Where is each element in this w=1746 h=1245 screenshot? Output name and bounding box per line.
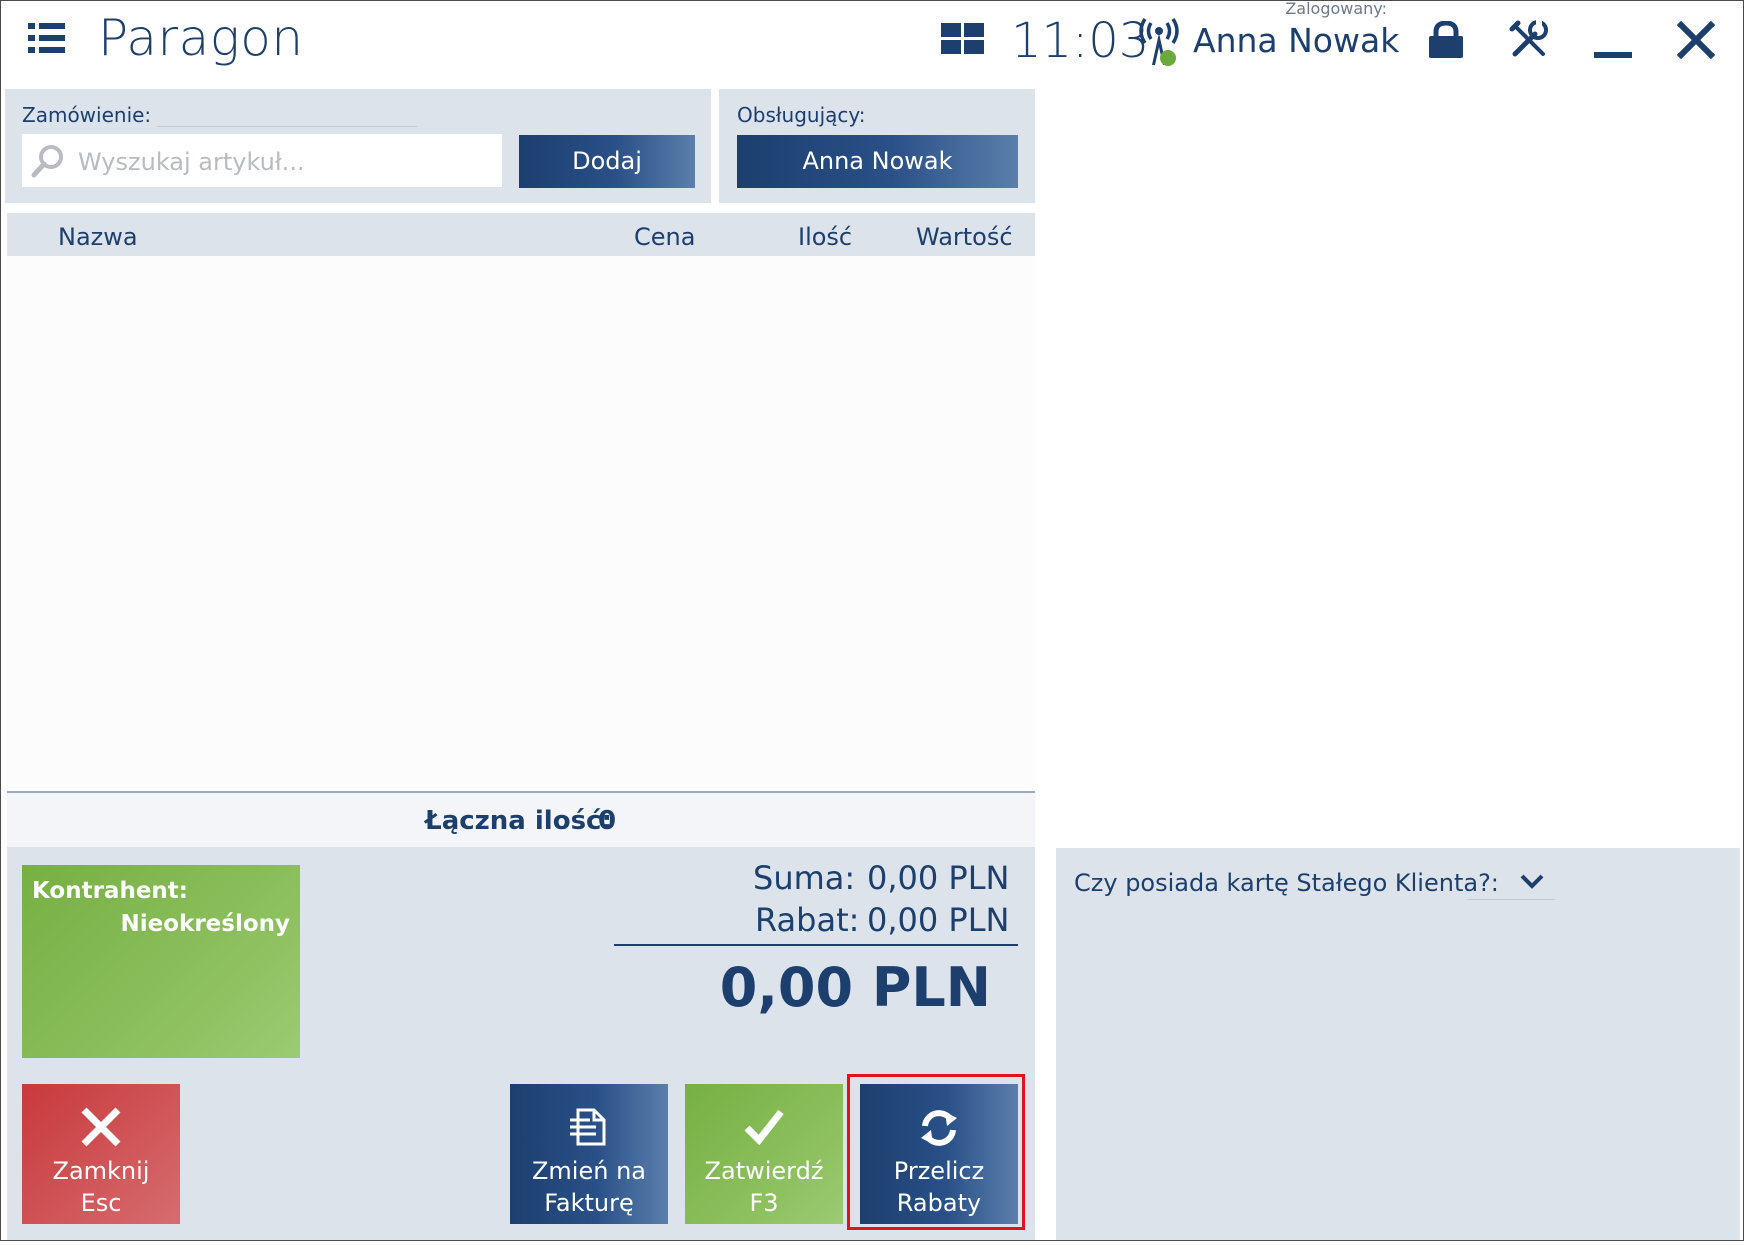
order-label: Zamówienie: — [22, 103, 152, 127]
items-table-body[interactable] — [7, 256, 1035, 791]
page-title: Paragon — [98, 9, 304, 67]
sum-value: 0,00 PLN — [867, 859, 1010, 897]
column-quantity[interactable]: Ilość — [798, 223, 852, 251]
chevron-down-icon[interactable] — [1519, 871, 1545, 893]
discount-label: Rabat: — [755, 901, 860, 939]
sum-label: Suma: — [753, 859, 856, 897]
user-name: Anna Nowak — [1193, 21, 1400, 60]
confirm-button-label: Zatwierdź — [704, 1157, 824, 1185]
recalc-button-label-2: Rabaty — [896, 1189, 982, 1217]
minimize-icon[interactable] — [1594, 45, 1632, 58]
close-button-shortcut: Esc — [80, 1189, 122, 1217]
tools-icon[interactable] — [1509, 20, 1549, 60]
invoice-button-label-1: Zmień na — [531, 1157, 646, 1185]
close-button[interactable]: Zamknij Esc — [22, 1084, 180, 1224]
grand-total: 0,00 PLN — [719, 956, 991, 1019]
logged-in-label: Zalogowany: — [1285, 0, 1387, 18]
total-quantity-value: 0 — [598, 806, 617, 836]
close-icon[interactable] — [1676, 20, 1716, 60]
change-to-invoice-button[interactable]: Zmień na Fakturę — [510, 1084, 668, 1224]
waiter-label: Obsługujący: — [737, 103, 866, 127]
attributes-panel — [1056, 848, 1740, 1240]
recalculate-discounts-button[interactable]: Przelicz Rabaty — [860, 1084, 1018, 1224]
contractor-label: Kontrahent: — [32, 878, 188, 904]
close-button-label: Zamknij — [52, 1157, 150, 1185]
total-quantity-label: Łączna ilość: — [425, 806, 612, 836]
refresh-icon — [860, 1106, 1018, 1154]
tiles-icon[interactable] — [941, 23, 985, 55]
search-input[interactable] — [76, 141, 490, 183]
signal-icon — [1135, 13, 1183, 69]
column-name[interactable]: Nazwa — [58, 223, 138, 251]
checkmark-icon — [685, 1106, 843, 1154]
recalc-button-label-1: Przelicz — [893, 1157, 985, 1185]
column-value[interactable]: Wartość — [916, 223, 1013, 251]
app-window: Paragon 11:03 Zalogowany: Anna Nowak Zam… — [0, 0, 1744, 1241]
totals-divider — [614, 944, 1018, 946]
contractor-value: Nieokreślony — [120, 911, 290, 937]
loyalty-card-label: Czy posiada kartę Stałego Klienta?: — [1074, 869, 1499, 897]
waiter-button[interactable]: Anna Nowak — [737, 135, 1018, 188]
discount-value: 0,00 PLN — [867, 901, 1010, 939]
lock-icon[interactable] — [1426, 20, 1466, 59]
invoice-button-label-2: Fakturę — [544, 1189, 634, 1217]
order-number-field[interactable] — [157, 126, 417, 127]
add-button[interactable]: Dodaj — [519, 135, 695, 188]
search-icon — [31, 144, 65, 178]
menu-icon[interactable] — [28, 21, 73, 55]
confirm-button[interactable]: Zatwierdź F3 — [685, 1084, 843, 1224]
x-icon — [22, 1106, 180, 1154]
clock: 11:03 — [1011, 13, 1150, 69]
document-icon — [510, 1106, 668, 1154]
confirm-button-shortcut: F3 — [749, 1189, 779, 1217]
column-price[interactable]: Cena — [634, 223, 695, 251]
table-header — [7, 213, 1035, 256]
